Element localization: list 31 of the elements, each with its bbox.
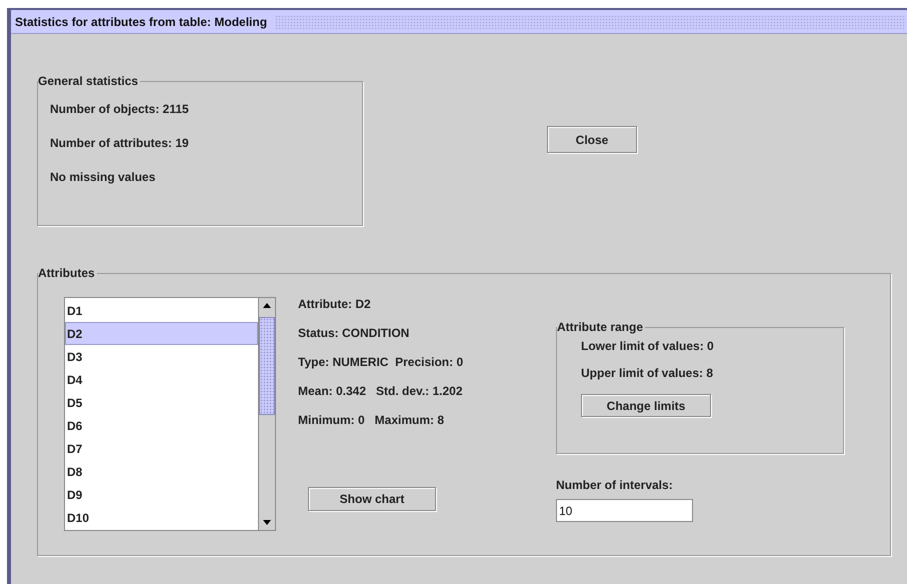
scrollbar[interactable] xyxy=(258,298,275,530)
panel-title: Attributes xyxy=(38,266,96,280)
panel-title: General statistics xyxy=(38,74,140,88)
attribute-detail: Status: CONDITION xyxy=(298,326,410,340)
list-item[interactable]: D4 xyxy=(65,368,258,392)
statistic-text: Number of objects: 2115 xyxy=(50,102,190,116)
list-item[interactable]: D9 xyxy=(65,484,258,507)
statistic-text: Number of attributes: 19 xyxy=(50,136,190,150)
list-item[interactable]: D1 xyxy=(65,299,258,322)
attribute-detail: Type: NUMERIC Precision: 0 xyxy=(298,355,464,369)
statistic-text: No missing values xyxy=(50,170,156,184)
list-item[interactable]: D8 xyxy=(65,460,258,484)
intervals-field[interactable]: 10 xyxy=(556,499,693,522)
list-item[interactable]: D5 xyxy=(65,391,258,414)
range-text: Lower limit of values: 0 xyxy=(581,339,715,353)
attribute-detail: Minimum: 0 Maximum: 8 xyxy=(298,413,446,427)
show-chart-button[interactable]: Show chart xyxy=(308,487,436,511)
intervals-label: Number of intervals: xyxy=(556,478,674,492)
close-button[interactable]: Close xyxy=(547,126,637,153)
list-item[interactable]: D2 xyxy=(65,322,258,346)
range-text: Upper limit of values: 8 xyxy=(581,366,714,380)
attribute-detail: Attribute: D2 xyxy=(298,297,372,311)
list-item[interactable]: D7 xyxy=(65,438,258,461)
list-item[interactable]: D6 xyxy=(65,414,258,438)
scroll-thumb[interactable] xyxy=(259,317,275,415)
panel-title: Attribute range xyxy=(557,320,644,334)
window-title: Statistics for attributes from table: Modeling xyxy=(15,14,268,28)
list-item[interactable]: D3 xyxy=(65,345,258,368)
attribute-detail: Mean: 0.342 Std. dev.: 1.202 xyxy=(298,384,464,398)
list-item[interactable]: D10 xyxy=(65,506,258,530)
change-limits-button[interactable]: Change limits xyxy=(581,394,711,417)
